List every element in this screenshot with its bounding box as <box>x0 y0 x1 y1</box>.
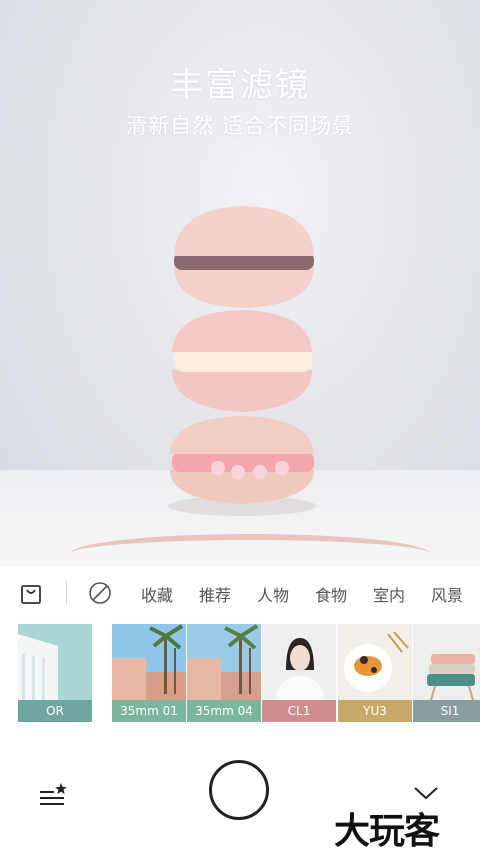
filter-item-cl1[interactable]: CL1 <box>262 624 336 722</box>
food-thumb <box>338 624 412 700</box>
portrait-thumb <box>262 624 336 700</box>
hero-subtitle: 清新自然 适合不同场景 <box>126 114 354 138</box>
macaron-stack-illustration <box>168 206 316 516</box>
hero-image: 丰富滤镜 清新自然 适合不同场景 <box>0 0 480 566</box>
category-people[interactable]: 人物 <box>257 582 289 606</box>
category-recommended[interactable]: 推荐 <box>199 582 231 606</box>
filter-item-35mm-01[interactable]: 35mm 01 <box>112 624 186 722</box>
palm-thumb <box>112 624 186 700</box>
category-divider <box>66 581 67 605</box>
stack-thumb <box>413 624 480 700</box>
filter-item-yu3[interactable]: YU3 <box>338 624 412 722</box>
filter-label: OR <box>18 700 92 722</box>
filter-item-si1[interactable]: SI1 <box>413 624 480 722</box>
filter-strip: OR 35mm 01 35mm 04 CL1 YU3 SI1 <box>0 624 480 722</box>
palm-thumb <box>187 624 261 700</box>
ribbon-decoration <box>70 534 430 566</box>
filter-label: 35mm 04 <box>187 700 261 722</box>
building-thumb <box>18 624 92 700</box>
shutter-button[interactable] <box>209 760 269 820</box>
chevron-down-icon[interactable] <box>412 782 440 804</box>
filter-item-or[interactable]: OR <box>18 624 92 722</box>
filter-label: CL1 <box>262 700 336 722</box>
filter-category-bar: 收藏 推荐 人物 食物 室内 风景 <box>0 566 480 620</box>
category-food[interactable]: 食物 <box>315 582 347 606</box>
bottom-controls: 大玩客 <box>0 722 480 853</box>
filter-item-35mm-04[interactable]: 35mm 04 <box>187 624 261 722</box>
hero-title: 丰富滤镜 <box>170 65 310 104</box>
no-filter-icon[interactable] <box>87 580 113 606</box>
category-favorites[interactable]: 收藏 <box>141 582 173 606</box>
shopping-bag-icon[interactable] <box>18 580 44 606</box>
category-indoor[interactable]: 室内 <box>373 582 405 606</box>
filter-label: 35mm 01 <box>112 700 186 722</box>
watermark-logo: 大玩客 <box>334 811 440 852</box>
filter-label: SI1 <box>413 700 480 722</box>
filter-label: YU3 <box>338 700 412 722</box>
category-scenery[interactable]: 风景 <box>431 582 463 606</box>
filter-list-star-icon[interactable] <box>38 780 68 810</box>
